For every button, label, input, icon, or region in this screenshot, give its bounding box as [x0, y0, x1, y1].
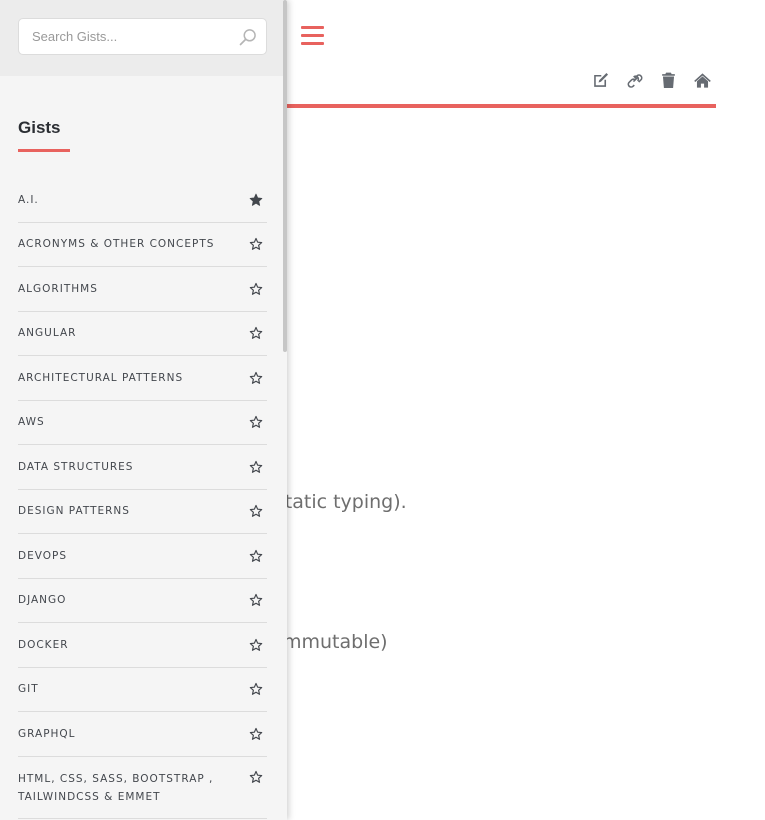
gist-item-label: DESIGN PATTERNS — [18, 505, 130, 518]
search-box — [18, 18, 267, 55]
gist-item-label: DOCKER — [18, 638, 69, 651]
gist-item-label: DEVOPS — [18, 549, 67, 562]
gist-item-label: ANGULAR — [18, 327, 77, 340]
trash-icon[interactable] — [656, 68, 680, 92]
star-outline-icon[interactable] — [249, 371, 263, 385]
gist-item-label: DJANGO — [18, 594, 67, 607]
gist-item-devops[interactable]: DEVOPS — [18, 534, 267, 579]
gist-item-data-structures[interactable]: DATA STRUCTURES — [18, 445, 267, 490]
gist-item-html-css[interactable]: HTML, CSS, SASS, BOOTSTRAP , TAILWINDCSS… — [18, 757, 267, 819]
gist-item-django[interactable]: DJANGO — [18, 579, 267, 623]
hamburger-bar — [301, 42, 324, 45]
home-icon[interactable] — [690, 68, 714, 92]
gist-item-label: ALGORITHMS — [18, 282, 98, 295]
gist-list: A.I. ACRONYMS & OTHER CONCEPTS ALGORITHM… — [18, 178, 267, 819]
star-outline-icon[interactable] — [249, 415, 263, 429]
gist-item-label: HTML, CSS, SASS, BOOTSTRAP , TAILWINDCSS… — [18, 772, 214, 803]
hamburger-menu-icon[interactable] — [301, 26, 324, 45]
gist-item-label: ACRONYMS & OTHER CONCEPTS — [18, 238, 215, 251]
gist-item-label: GRAPHQL — [18, 727, 76, 740]
edit-icon[interactable] — [588, 68, 612, 92]
gist-item-acronyms[interactable]: ACRONYMS & OTHER CONCEPTS — [18, 223, 267, 267]
star-outline-icon[interactable] — [249, 460, 263, 474]
gist-item-architectural-patterns[interactable]: ARCHITECTURAL PATTERNS — [18, 356, 267, 401]
link-icon[interactable] — [622, 68, 646, 92]
hamburger-bar — [301, 26, 324, 29]
star-outline-icon[interactable] — [249, 504, 263, 518]
star-outline-icon[interactable] — [249, 727, 263, 741]
gist-toolbar — [588, 68, 714, 92]
star-outline-icon[interactable] — [249, 237, 263, 251]
title-underline — [18, 149, 70, 152]
gist-item-algorithms[interactable]: ALGORITHMS — [18, 267, 267, 312]
header-accent-line — [284, 104, 716, 108]
gist-item-aws[interactable]: AWS — [18, 401, 267, 445]
star-outline-icon[interactable] — [249, 549, 263, 563]
star-outline-icon[interactable] — [249, 682, 263, 696]
star-outline-icon[interactable] — [249, 770, 263, 784]
star-outline-icon[interactable] — [249, 593, 263, 607]
hamburger-bar — [301, 34, 324, 37]
gist-item-git[interactable]: GIT — [18, 668, 267, 712]
gist-item-design-patterns[interactable]: DESIGN PATTERNS — [18, 490, 267, 534]
app-root: ed to static typing). nods, immutable) G… — [0, 0, 765, 820]
star-outline-icon[interactable] — [249, 638, 263, 652]
gist-item-docker[interactable]: DOCKER — [18, 623, 267, 668]
gist-item-graphql[interactable]: GRAPHQL — [18, 712, 267, 757]
star-filled-icon[interactable] — [249, 193, 263, 207]
gists-sidebar: Gists A.I. ACRONYMS & OTHER CONCEPTS ALG… — [0, 0, 287, 820]
gist-item-label: ARCHITECTURAL PATTERNS — [18, 371, 184, 384]
search-input[interactable] — [19, 19, 266, 54]
gist-item-label: DATA STRUCTURES — [18, 460, 134, 473]
sidebar-title: Gists — [18, 118, 61, 137]
gist-item-ai[interactable]: A.I. — [18, 178, 267, 223]
gist-item-label: GIT — [18, 683, 39, 696]
gist-item-label: AWS — [18, 416, 45, 429]
search-icon[interactable] — [238, 27, 258, 47]
star-outline-icon[interactable] — [249, 326, 263, 340]
sidebar-scrollbar-thumb[interactable] — [283, 0, 287, 352]
gist-item-angular[interactable]: ANGULAR — [18, 312, 267, 356]
gist-item-label: A.I. — [18, 193, 39, 206]
star-outline-icon[interactable] — [249, 282, 263, 296]
search-area — [0, 0, 287, 76]
